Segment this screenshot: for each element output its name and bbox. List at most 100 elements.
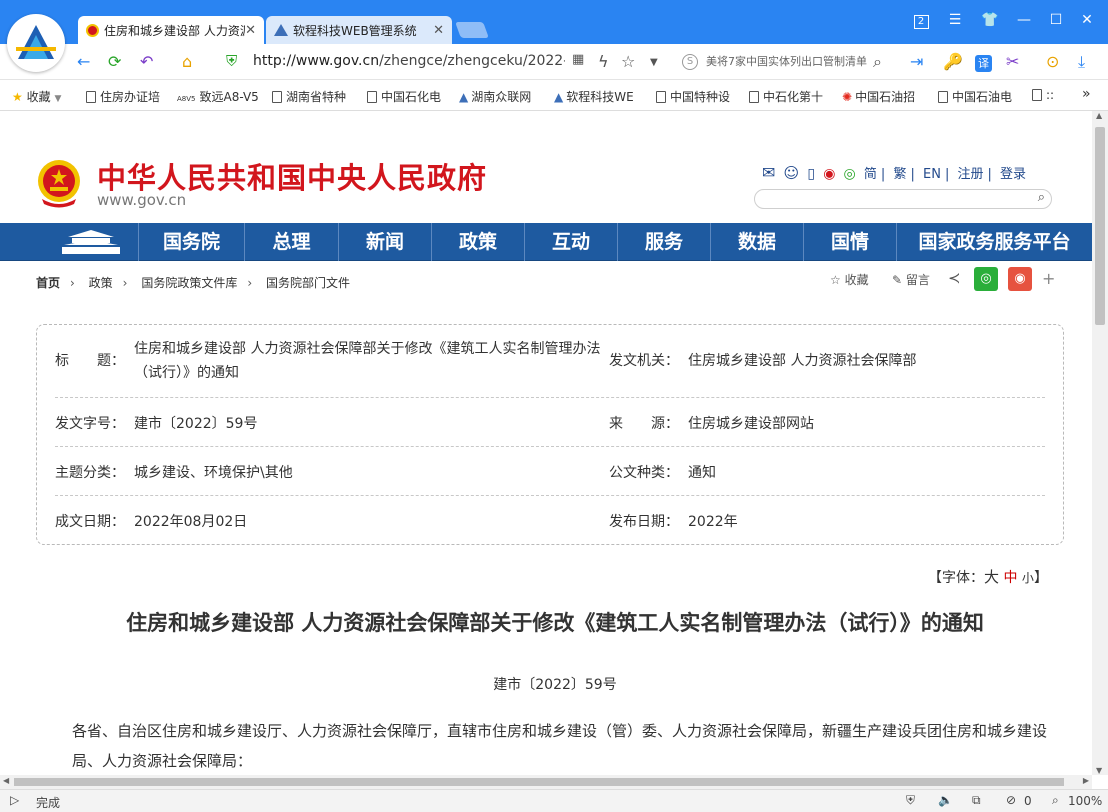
search-input[interactable]: S 美将7家中国实体列出口管制清单 [678,52,892,72]
site-search-input[interactable]: ⌕ [754,189,1052,209]
mobile-icon[interactable]: ▯ [807,166,815,182]
tab-ruancheng[interactable]: 软程科技WEB管理系统 ✕ [266,16,452,44]
plus-icon[interactable]: + [1042,269,1055,288]
wechat-share-icon[interactable]: ◎ [974,267,998,291]
tab-count-icon[interactable]: 2 [911,12,931,29]
refresh-icon[interactable]: ⟳ [108,52,121,71]
nav-news[interactable]: 新闻 [338,223,431,261]
speaker-icon[interactable]: 🔈 [938,793,953,807]
lang-traditional[interactable]: 繁 [893,167,906,182]
lang-simplified[interactable]: 简 [864,167,877,182]
close-tab-icon[interactable]: ✕ [433,23,444,38]
nav-gov-service-platform[interactable]: 国家政务服务平台 [896,223,1092,261]
more-icon[interactable]: ⊙ [1046,52,1059,71]
lightning-icon[interactable]: ϟ [598,52,609,71]
address-bar[interactable]: http://www.gov.cn/zhengce/zhengceku/2022… [253,53,565,69]
key-icon[interactable]: 🔑 [943,52,963,71]
nav-interaction[interactable]: 互动 [524,223,617,261]
nav-premier[interactable]: 总理 [244,223,338,261]
page-icon [656,91,666,103]
tab-gov-notice[interactable]: 住房和城乡建设部 人力资源社会保障部关于修改 ✕ [78,16,264,44]
zoom-level[interactable]: 100% [1068,794,1102,808]
scroll-right-icon[interactable]: ▶ [1083,776,1089,785]
menu-icon[interactable]: ☰ [945,12,965,28]
download-icon[interactable]: ⤓ [1078,52,1085,72]
breadcrumb-policy-library[interactable]: 国务院政策文件库 [141,276,237,290]
font-large-button[interactable]: 大 [984,568,999,586]
tiananmen-icon[interactable] [44,223,138,261]
login-icon[interactable]: ⇥ [910,52,923,71]
main-nav: 国务院 总理 新闻 政策 互动 服务 数据 国情 国家政务服务平台 [0,223,1092,261]
minimize-icon[interactable]: — [1014,12,1034,28]
breadcrumb-home[interactable]: 首页 [36,276,60,290]
screenshot-icon[interactable]: ⧉ [972,793,981,808]
vertical-scrollbar[interactable]: ▲ ▼ [1092,111,1108,775]
home-icon[interactable]: ⌂ [182,52,192,71]
bookmark-item[interactable]: 中国石化电 [367,88,441,105]
share-icon[interactable]: ≺ [948,269,961,287]
bookmark-item[interactable]: 中石化第十 [749,88,823,105]
close-window-icon[interactable]: ✕ [1077,12,1097,28]
bookmark-item[interactable]: A8V5 致远A8-V5 [177,88,259,105]
bookmark-item[interactable]: 中国石油电 [938,88,1012,105]
search-icon[interactable]: ⌕ [1038,190,1045,205]
nav-data[interactable]: 数据 [710,223,803,261]
bookmark-item[interactable]: 中国特种设 [656,88,730,105]
bookmark-item[interactable]: 住房办证培 [86,88,160,105]
close-tab-icon[interactable]: ✕ [245,23,256,38]
scissors-icon[interactable]: ✂ [1006,52,1019,71]
nav-policy[interactable]: 政策 [431,223,524,261]
bookmark-item[interactable]: ▲ 软程科技WE [554,88,634,105]
nav-service[interactable]: 服务 [617,223,710,261]
search-hint: 美将7家中国实体列出口管制清单 [706,55,867,68]
ad-block-icon[interactable]: ⊘ [1006,793,1016,807]
breadcrumb-policy[interactable]: 政策 [89,276,113,290]
browser-logo-icon[interactable] [7,14,65,72]
seeyon-icon: A8V5 [177,95,196,103]
back-icon[interactable]: ← [77,52,90,71]
scrollbar-thumb[interactable] [1095,127,1105,325]
scroll-up-icon[interactable]: ▲ [1096,111,1102,120]
security-shield-icon[interactable]: ⛨ [226,52,237,70]
document-title: 住房和城乡建设部 人力资源社会保障部关于修改《建筑工人实名制管理办法（试行）》的… [126,610,984,635]
breadcrumb: 首页 › 政策 › 国务院政策文件库 › 国务院部门文件 [36,274,350,291]
more-bookmarks-icon[interactable]: » [1082,86,1091,102]
comment-button[interactable]: ✎ 留言 [892,271,930,288]
qrcode-icon[interactable]: ▦ [572,52,584,67]
new-tab-button[interactable] [455,22,489,38]
star-icon[interactable]: ☆ [621,52,635,71]
scrollbar-thumb[interactable] [14,778,1064,786]
weibo-icon[interactable]: ◉ [823,166,835,182]
scroll-left-icon[interactable]: ◀ [3,776,9,785]
font-size-bracket: 】 [1033,570,1048,586]
collect-button[interactable]: ☆ 收藏 [830,271,869,288]
bookmark-item[interactable]: ▲ 湖南众联网 [459,88,531,105]
skin-icon[interactable]: 👕 [980,12,1000,28]
bookmark-item[interactable]: 湖南省特种 [272,88,346,105]
font-medium-button[interactable]: 中 [1003,570,1017,586]
translate-icon[interactable]: 译 [975,52,992,72]
maximize-icon[interactable]: ☐ [1046,12,1066,28]
play-icon[interactable]: ▷ [10,793,19,807]
font-small-button[interactable]: 小 [1022,571,1034,585]
wechat-icon[interactable]: ◎ [844,166,856,182]
zoom-icon[interactable]: ⌕ [1052,793,1059,808]
register-link[interactable]: 注册 [957,167,983,182]
nav-national-info[interactable]: 国情 [803,223,896,261]
nav-state-council[interactable]: 国务院 [138,223,244,261]
shield-icon[interactable]: ⛨ [906,793,915,808]
horizontal-scrollbar[interactable]: ◀ ▶ [0,775,1092,789]
login-link[interactable]: 登录 [1000,167,1026,182]
bookmark-item[interactable]: ✺ 中国石油招 [842,88,915,105]
breadcrumb-dept-docs[interactable]: 国务院部门文件 [266,276,350,290]
scroll-down-icon[interactable]: ▼ [1096,766,1102,775]
bookmark-favorites[interactable]: ★ 收藏 ▼ [12,88,61,105]
bookmark-item[interactable]: :: [1032,88,1054,102]
weibo-share-icon[interactable]: ◉ [1008,267,1032,291]
chevron-down-icon[interactable]: ▼ [650,57,658,68]
message-icon[interactable]: ☺ [784,164,800,182]
search-icon[interactable]: ⌕ [873,52,882,72]
lang-english[interactable]: EN [923,167,941,182]
mail-icon[interactable]: ✉ [762,163,775,182]
undo-icon[interactable]: ↶ [140,52,153,71]
